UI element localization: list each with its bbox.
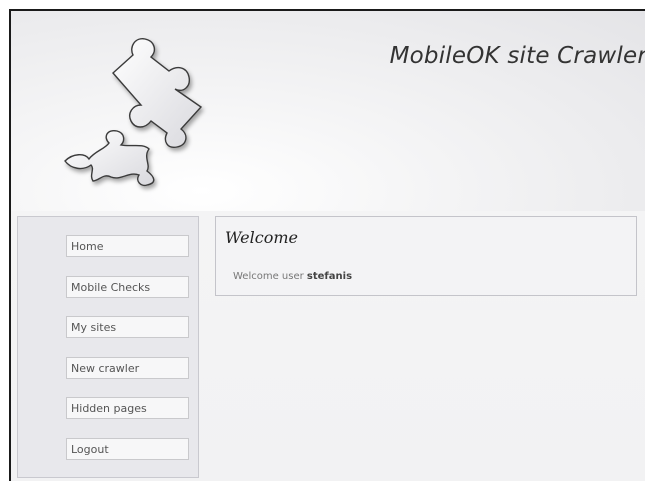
- welcome-panel: Welcome Welcome user stefanis: [215, 216, 637, 296]
- nav-item-mobile-checks[interactable]: Mobile Checks: [66, 276, 189, 298]
- nav-item-my-sites[interactable]: My sites: [66, 316, 189, 338]
- welcome-prefix: Welcome user: [233, 271, 304, 282]
- welcome-message: Welcome user stefanis: [233, 271, 352, 282]
- nav-item-hidden-pages[interactable]: Hidden pages: [66, 397, 189, 419]
- puzzle-pieces-icon: [64, 38, 203, 187]
- nav-item-logout[interactable]: Logout: [66, 438, 189, 460]
- username: stefanis: [306, 271, 353, 282]
- page-frame: MobileOK site Crawler Home Mobile Checks…: [9, 9, 645, 481]
- nav-item-new-crawler[interactable]: New crawler: [66, 357, 189, 379]
- header-banner: MobileOK site Crawler: [11, 11, 645, 211]
- site-title: MobileOK site Crawler: [389, 43, 645, 69]
- sidebar-nav: Home Mobile Checks My sites New crawler …: [17, 216, 199, 478]
- nav-item-home[interactable]: Home: [66, 235, 189, 257]
- page-title: Welcome: [225, 228, 298, 247]
